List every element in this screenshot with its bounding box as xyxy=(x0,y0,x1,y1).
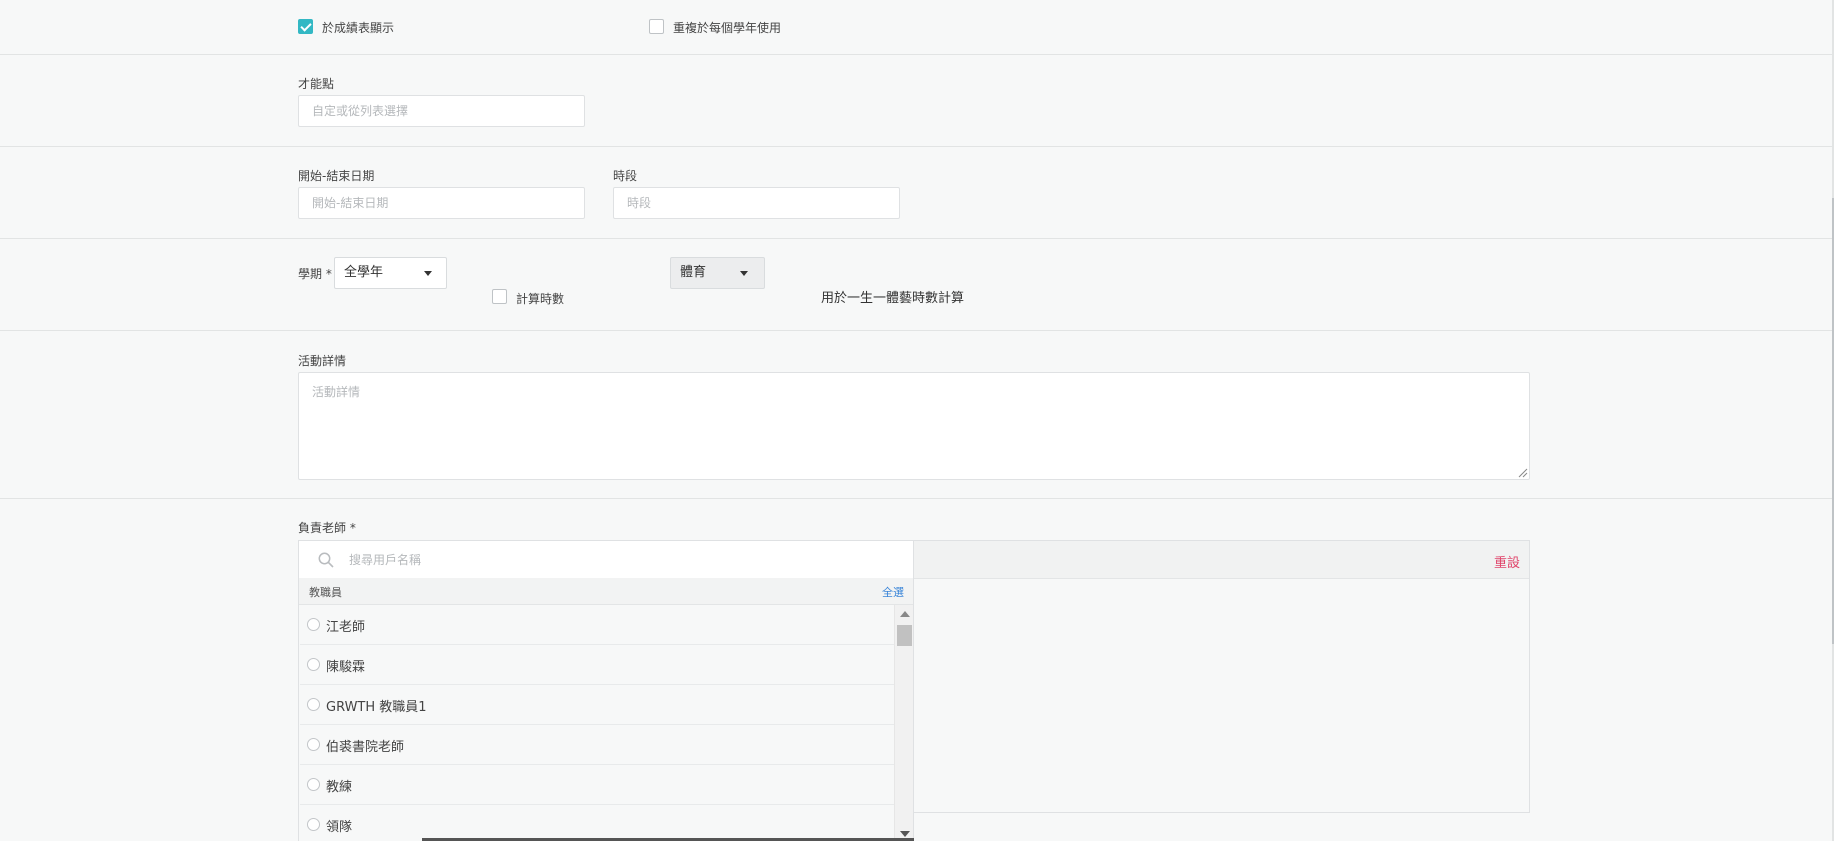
teacher-name: GRWTH 教職員1 xyxy=(326,700,427,715)
resize-handle-icon[interactable] xyxy=(1518,468,1528,478)
teacher-list-item[interactable]: 江老師 xyxy=(300,605,894,645)
details-textarea[interactable]: 活動詳情 xyxy=(298,372,1530,480)
talent-input[interactable]: 自定或從列表選擇 xyxy=(298,95,585,127)
details-label: 活動詳情 xyxy=(298,354,347,368)
radio-icon[interactable] xyxy=(307,818,320,831)
required-mark: * xyxy=(349,521,356,535)
repeat-each-year-checkbox[interactable] xyxy=(649,19,664,34)
teacher-name: 陳駿霖 xyxy=(326,660,366,675)
group-label: 教職員 xyxy=(309,586,342,599)
talent-label: 才能點 xyxy=(298,77,335,91)
teacher-search-bar[interactable]: 搜尋用戶名稱 xyxy=(299,541,913,578)
show-in-report-checkbox[interactable] xyxy=(298,19,313,34)
hours-calc-note: 用於一生一體藝時數計算 xyxy=(821,291,965,306)
details-placeholder: 活動詳情 xyxy=(312,385,361,399)
teacher-list-scrollbar[interactable] xyxy=(894,605,913,841)
teacher-list-item[interactable]: 教練 xyxy=(300,765,894,805)
teacher-list-item[interactable]: GRWTH 教職員1 xyxy=(300,685,894,725)
caret-down-icon xyxy=(424,271,432,276)
teacher-list-panel: 搜尋用戶名稱 教職員 全選 江老師 陳駿霖 GRWTH 教職員1 伯裘書院老師 … xyxy=(298,540,914,841)
teacher-name: 江老師 xyxy=(326,620,366,635)
date-range-label: 開始-結束日期 xyxy=(298,169,375,183)
count-hours-label: 計算時數 xyxy=(516,292,565,306)
teacher-name: 伯裘書院老師 xyxy=(326,740,405,755)
divider xyxy=(0,330,1834,331)
category-select-value: 體育 xyxy=(680,265,707,280)
teacher-list-item[interactable]: 陳駿霖 xyxy=(300,645,894,685)
radio-icon[interactable] xyxy=(307,778,320,791)
teacher-label: 負責老師 * xyxy=(298,521,356,535)
radio-icon[interactable] xyxy=(307,618,320,631)
reset-link[interactable]: 重設 xyxy=(1494,552,1520,571)
radio-icon[interactable] xyxy=(307,698,320,711)
radio-icon[interactable] xyxy=(307,658,320,671)
caret-down-icon xyxy=(740,271,748,276)
scrollbar-thumb[interactable] xyxy=(897,625,912,646)
scroll-up-icon[interactable] xyxy=(900,611,910,617)
search-icon xyxy=(318,552,334,568)
show-in-report-label: 於成績表顯示 xyxy=(322,21,395,35)
semester-select[interactable]: 全學年 xyxy=(334,257,447,289)
teacher-name: 教練 xyxy=(326,780,353,795)
teacher-list-item[interactable]: 領隊 xyxy=(300,805,894,841)
semester-select-value: 全學年 xyxy=(344,265,384,280)
selected-panel-header: 重設 xyxy=(914,541,1529,579)
divider xyxy=(0,238,1834,239)
divider xyxy=(0,54,1834,55)
count-hours-checkbox[interactable] xyxy=(492,289,507,304)
required-mark: * xyxy=(325,267,332,281)
teacher-group-header: 教職員 全選 xyxy=(299,578,913,605)
radio-icon[interactable] xyxy=(307,738,320,751)
divider xyxy=(0,146,1834,147)
teacher-name: 領隊 xyxy=(326,820,353,835)
semester-label: 學期 * xyxy=(298,267,332,281)
category-select[interactable]: 體育 xyxy=(670,257,765,289)
teacher-list-item[interactable]: 伯裘書院老師 xyxy=(300,725,894,765)
time-slot-label: 時段 xyxy=(613,169,638,183)
divider xyxy=(0,498,1834,499)
time-slot-input[interactable]: 時段 xyxy=(613,187,900,219)
selected-teachers-panel: 重設 xyxy=(913,540,1530,813)
scroll-down-icon[interactable] xyxy=(900,831,910,837)
date-range-input[interactable]: 開始-結束日期 xyxy=(298,187,585,219)
teacher-search-input[interactable]: 搜尋用戶名稱 xyxy=(349,551,421,568)
repeat-each-year-label: 重複於每個學年使用 xyxy=(673,21,782,35)
select-all-link[interactable]: 全選 xyxy=(882,584,904,600)
